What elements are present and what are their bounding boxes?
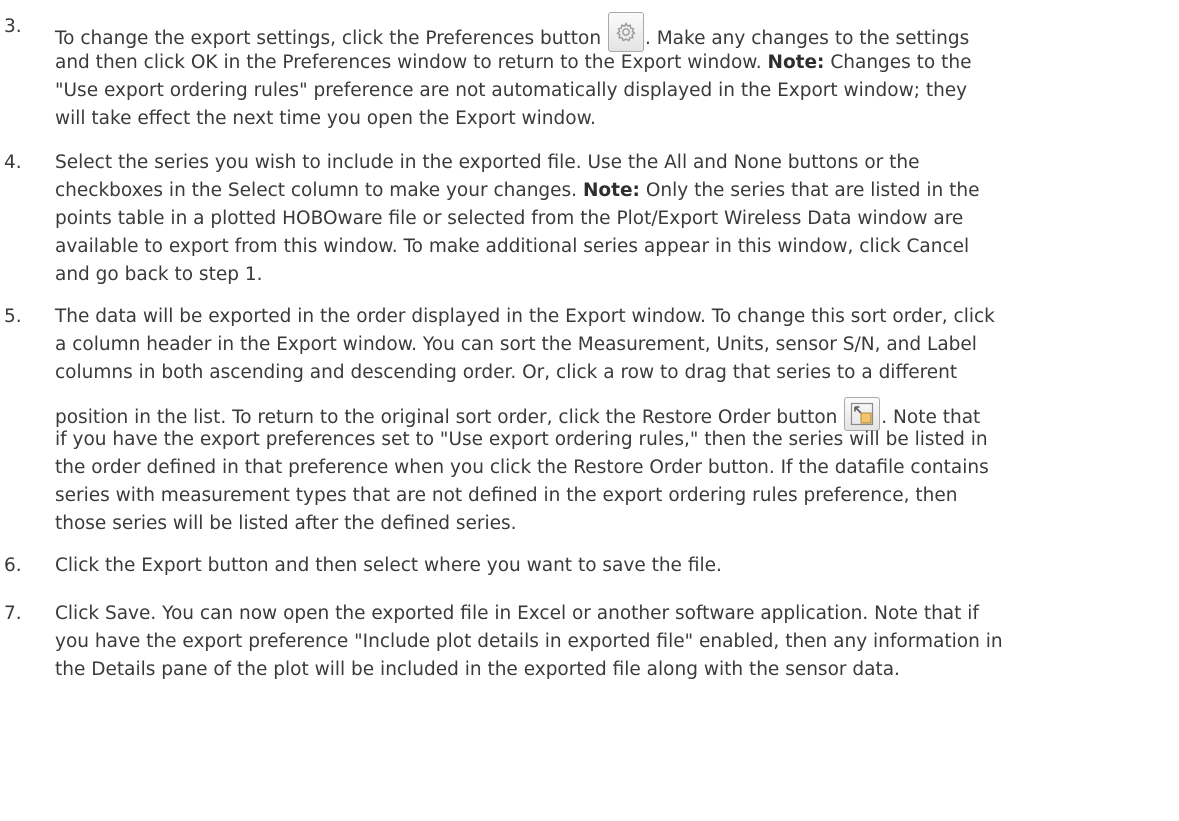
step-line: will take effect the next time you open …: [55, 108, 596, 129]
step-line: if you have the export preferences set t…: [55, 429, 988, 450]
step-line: columns in both ascending and descending…: [55, 362, 958, 383]
step-line: checkboxes in the Select column to make …: [55, 180, 980, 201]
step-line: the order defined in that preference whe…: [55, 457, 989, 478]
step-line: and go back to step 1.: [55, 264, 263, 285]
step-number: 6.: [4, 555, 22, 576]
step-line: and then click OK in the Preferences win…: [55, 52, 972, 73]
step-line: series with measurement types that are n…: [55, 485, 958, 506]
step-line: Select the series you wish to include in…: [55, 152, 920, 173]
step-line: Click the Export button and then select …: [55, 555, 722, 576]
step-line: available to export from this window. To…: [55, 236, 970, 257]
step-line: The data will be exported in the order d…: [55, 306, 995, 327]
note-label: Note:: [767, 52, 825, 73]
step-line: points table in a plotted HOBOware file …: [55, 208, 964, 229]
gear-icon: [607, 12, 644, 52]
step-line: a column header in the Export window. Yo…: [55, 334, 977, 355]
step-number: 4.: [4, 152, 22, 173]
note-label: Note:: [582, 180, 640, 201]
step-line: "Use export ordering rules" preference a…: [55, 80, 968, 101]
step-number: 7.: [4, 603, 22, 624]
step-number: 3.: [4, 16, 22, 37]
step-number: 5.: [4, 306, 22, 327]
step-line: the Details pane of the plot will be inc…: [55, 659, 900, 680]
step-line: those series will be listed after the de…: [55, 513, 517, 534]
step-line: you have the export preference "Include …: [55, 631, 1003, 652]
step-line: Click Save. You can now open the exporte…: [55, 603, 979, 624]
